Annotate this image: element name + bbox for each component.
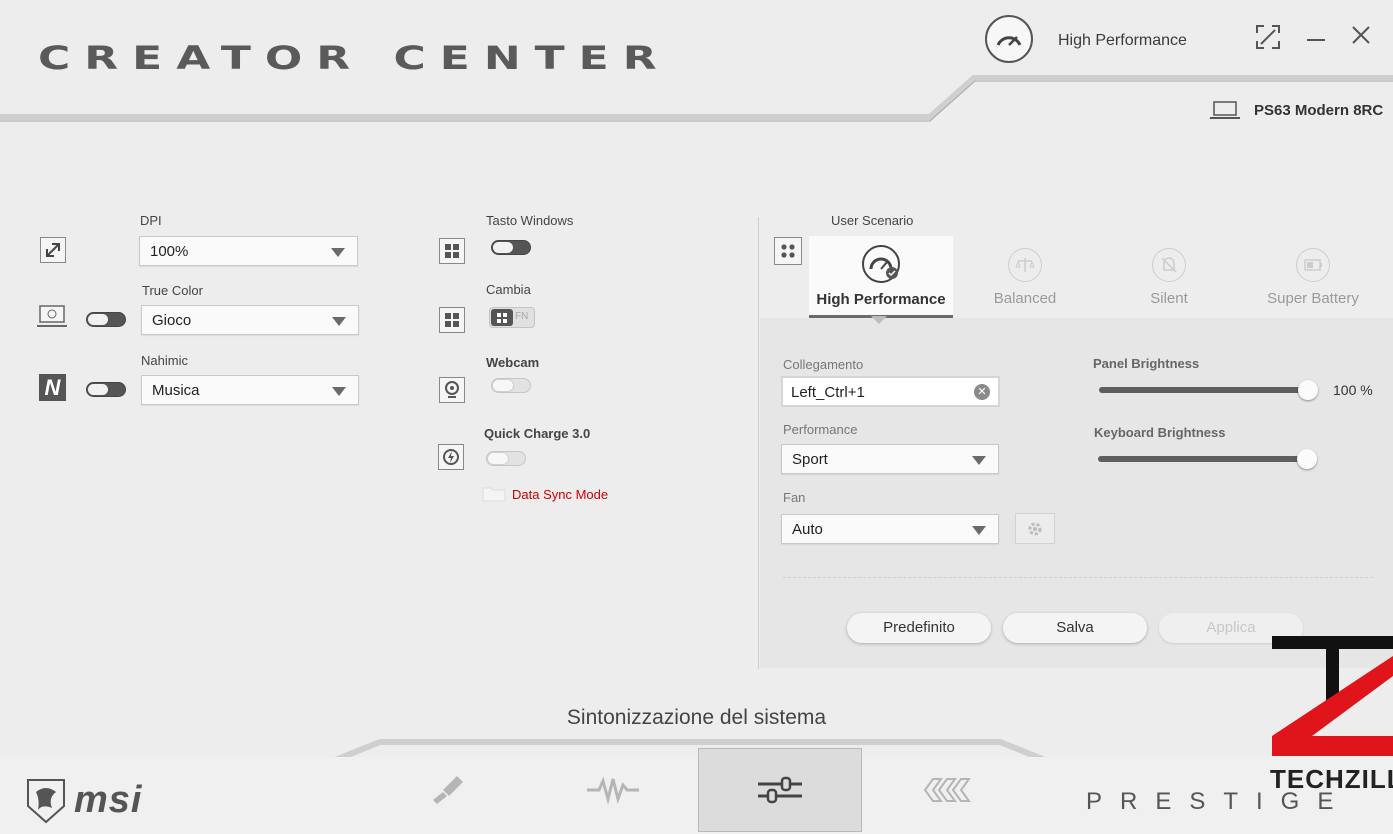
brush-icon [433, 776, 463, 804]
cambia-toggle[interactable]: FN [489, 307, 535, 328]
tab-label: High Performance [816, 291, 946, 308]
true-color-label: True Color [142, 283, 203, 298]
speedometer-icon [996, 36, 1022, 46]
nahimic-icon: N [39, 374, 66, 401]
dpi-label: DPI [140, 213, 162, 228]
nahimic-value: Musica [152, 382, 200, 399]
true-color-value: Gioco [152, 312, 192, 329]
msi-text: msi [74, 778, 143, 821]
quick-charge-toggle[interactable] [486, 451, 526, 466]
app-title: CREATOR CENTER [38, 40, 671, 77]
cambia-label: Cambia [486, 282, 531, 297]
windows-swap-icon [439, 307, 465, 333]
waveform-icon [587, 776, 639, 805]
nav-system-tuning[interactable] [698, 748, 862, 832]
chevron-down-icon [972, 526, 986, 535]
panel-dashed-divider [783, 577, 1373, 578]
hotkey-input[interactable]: Left_Ctrl+1 ✕ [781, 376, 1000, 407]
performance-select[interactable]: Sport [781, 444, 999, 474]
fan-label: Fan [783, 490, 806, 505]
chevron-down-icon [332, 387, 346, 396]
laptop-icon [1210, 101, 1240, 119]
dragon-shield-icon [27, 779, 65, 824]
device-info: PS63 Modern 8RC [1210, 100, 1383, 120]
watermark-text: TECHZILLA.IT [1270, 764, 1393, 794]
collegamento-label: Collegamento [783, 357, 864, 372]
fan-settings-button[interactable] [1015, 513, 1055, 544]
performance-label: Performance [783, 422, 858, 437]
sliders-icon [758, 776, 802, 804]
tab-high-performance[interactable]: High Performance [809, 236, 953, 318]
chevron-down-icon [331, 248, 345, 257]
scenario-divider [758, 217, 759, 669]
tasto-windows-label: Tasto Windows [486, 213, 574, 228]
windows-icon [491, 309, 513, 326]
clear-icon[interactable]: ✕ [974, 384, 990, 400]
restore-icon[interactable] [1255, 24, 1281, 57]
device-name: PS63 Modern 8RC [1254, 101, 1384, 119]
webcam-toggle[interactable] [491, 378, 531, 393]
battery-icon [1296, 248, 1330, 282]
performance-mode-button[interactable] [985, 15, 1033, 63]
techzilla-logo [1272, 636, 1393, 756]
active-tab-pointer [871, 316, 887, 324]
nav-more[interactable] [867, 748, 1031, 832]
msi-logo: msi [24, 776, 142, 824]
tab-label: Balanced [993, 290, 1057, 307]
header-divider [0, 75, 1393, 122]
tab-label: Silent [1150, 290, 1188, 307]
keyboard-brightness-slider[interactable] [1098, 456, 1308, 462]
monitor-color-icon [37, 304, 67, 335]
chevron-down-icon [332, 317, 346, 326]
data-sync-mode-link[interactable]: Data Sync Mode [512, 487, 608, 502]
balance-scale-icon [1008, 248, 1042, 282]
close-icon[interactable] [1350, 24, 1372, 53]
chevron-down-icon [972, 456, 986, 465]
default-button[interactable]: Predefinito [847, 613, 991, 643]
nahimic-label: Nahimic [141, 353, 188, 368]
fn-label: FN [515, 311, 529, 322]
section-title: Sintonizzazione del sistema [566, 706, 827, 729]
windows-key-icon [439, 238, 465, 264]
gear-icon [1028, 522, 1042, 535]
quick-charge-label: Quick Charge 3.0 [484, 426, 591, 441]
true-color-select[interactable]: Gioco [141, 305, 359, 335]
tasto-windows-toggle[interactable] [491, 240, 531, 255]
chevrons-icon [923, 778, 971, 802]
save-button[interactable]: Salva [1003, 613, 1147, 643]
fan-select[interactable]: Auto [781, 514, 999, 544]
nahimic-select[interactable]: Musica [141, 375, 359, 405]
dpi-select[interactable]: 100% [139, 236, 358, 266]
nahimic-toggle[interactable] [86, 382, 126, 397]
nav-brush[interactable] [365, 748, 529, 832]
user-scenario-label: User Scenario [831, 213, 914, 228]
folder-icon [482, 484, 506, 507]
nav-monitor[interactable] [531, 748, 695, 832]
tab-super-battery[interactable]: Super Battery [1241, 236, 1385, 318]
keyboard-brightness-knob[interactable] [1297, 449, 1317, 469]
grid-icon[interactable] [774, 237, 802, 265]
fan-value: Auto [792, 521, 823, 538]
panel-brightness-value: 100 % [1333, 382, 1373, 398]
current-mode-label: High Performance [1058, 32, 1187, 49]
tab-label: Super Battery [1267, 290, 1359, 307]
panel-brightness-knob[interactable] [1298, 380, 1318, 400]
dpi-value: 100% [150, 243, 189, 260]
performance-value: Sport [792, 451, 828, 468]
minimize-icon[interactable] [1305, 24, 1327, 53]
tab-silent[interactable]: Silent [1097, 236, 1241, 318]
webcam-label: Webcam [486, 355, 540, 370]
keyboard-brightness-label: Keyboard Brightness [1094, 425, 1226, 440]
panel-brightness-label: Panel Brightness [1093, 356, 1200, 371]
webcam-icon [439, 377, 465, 403]
tab-balanced[interactable]: Balanced [953, 236, 1097, 318]
mute-bell-icon [1152, 248, 1186, 282]
dpi-scale-icon [40, 237, 66, 263]
true-color-toggle[interactable] [86, 312, 126, 327]
panel-brightness-slider[interactable] [1099, 387, 1309, 393]
quick-charge-icon [438, 444, 464, 470]
speedometer-icon [862, 245, 900, 283]
hotkey-value: Left_Ctrl+1 [791, 384, 865, 401]
